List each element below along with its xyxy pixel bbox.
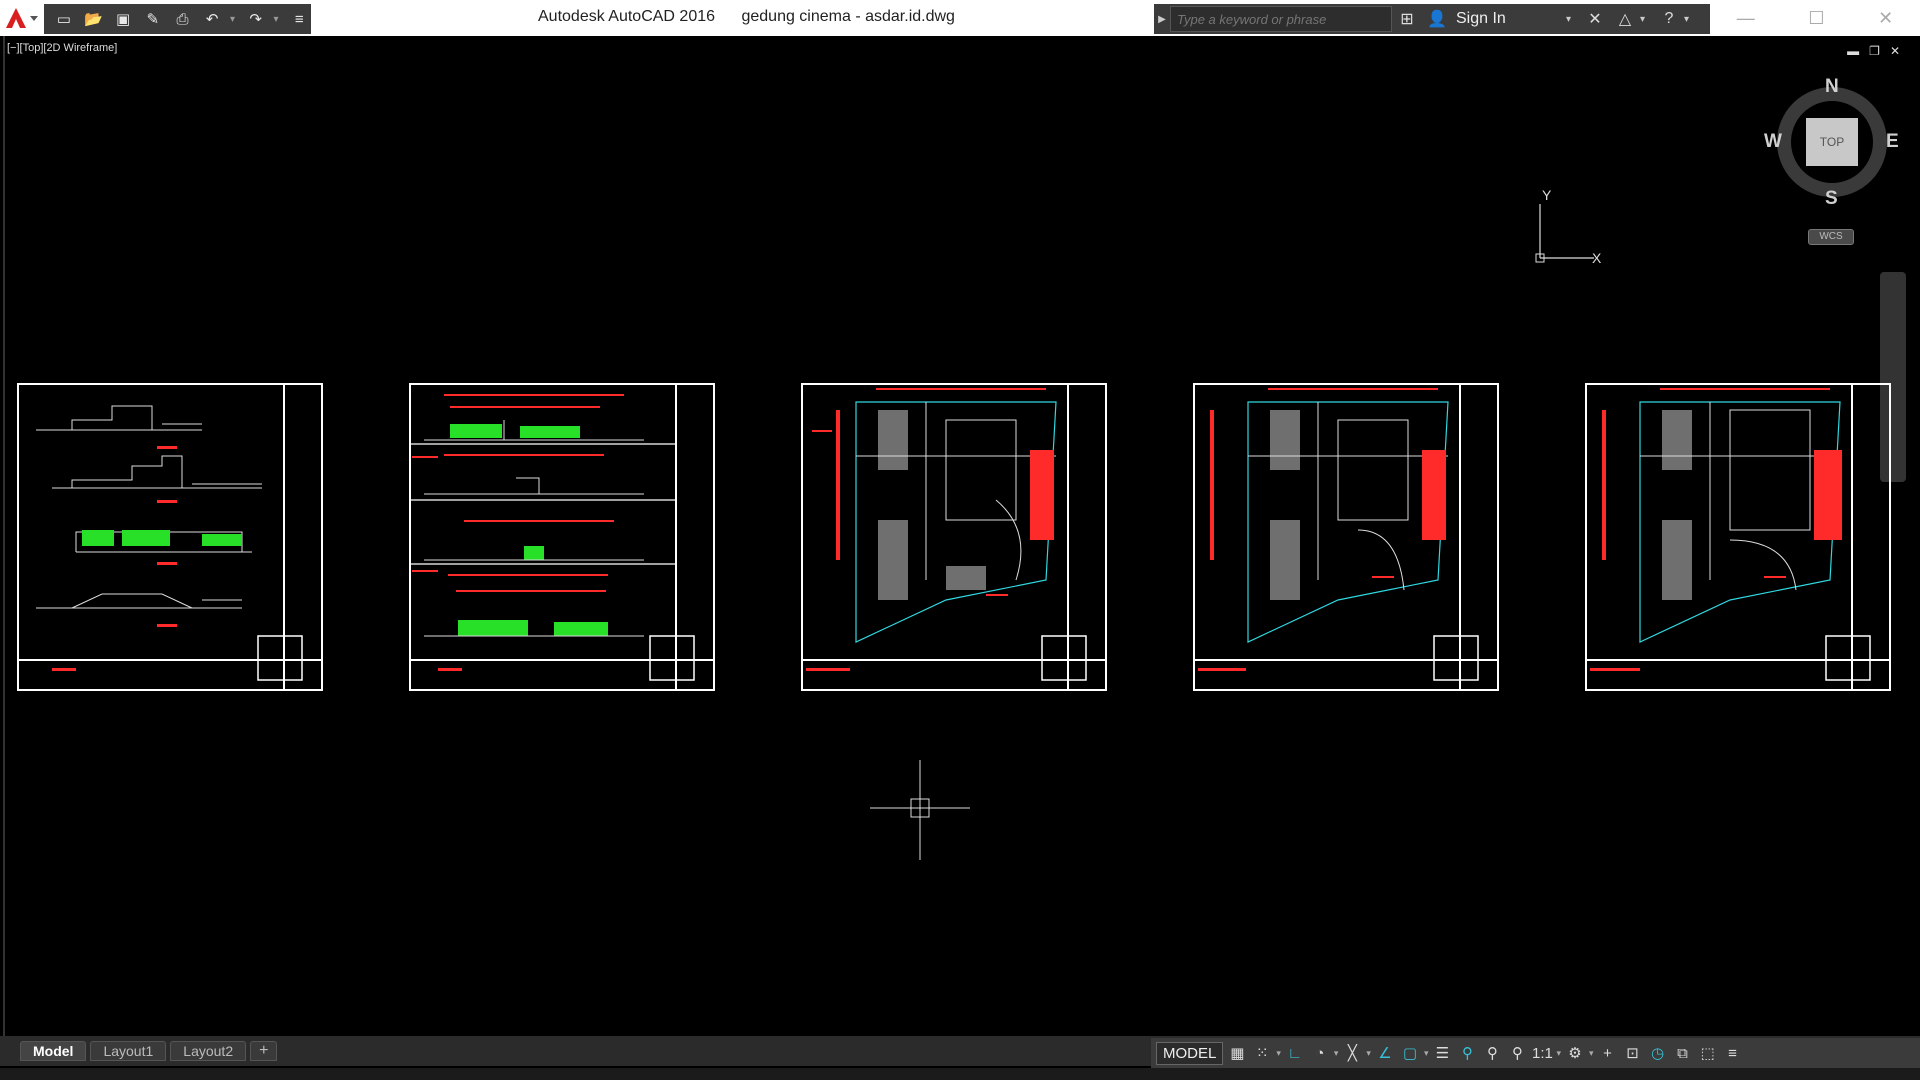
window-title: Autodesk AutoCAD 2016 gedung cinema - as… (538, 8, 955, 26)
ortho-icon[interactable]: ∟ (1284, 1045, 1306, 1062)
undo-icon[interactable]: ↶ (200, 8, 224, 30)
drawing-sheet-site-plan-2[interactable] (1188, 380, 1504, 694)
snap-icon[interactable]: ⁙ (1251, 1044, 1273, 1062)
app-name: Autodesk AutoCAD 2016 (538, 8, 716, 25)
units-icon[interactable]: ⊡ (1622, 1044, 1644, 1062)
otrack-icon[interactable]: ∠ (1374, 1044, 1396, 1062)
annotation-monitor-icon[interactable]: + (1597, 1045, 1619, 1062)
isodraft-dropdown-icon[interactable]: ▾ (1366, 1048, 1371, 1059)
annotation-scale-icon[interactable]: ⚲ (1506, 1044, 1528, 1062)
sign-in-dropdown-icon[interactable]: ▾ (1566, 14, 1580, 25)
lineweight-icon[interactable]: ☰ (1431, 1044, 1453, 1062)
search-input[interactable] (1170, 6, 1392, 32)
ucs-x-label: X (1592, 250, 1602, 266)
customize-icon[interactable]: ≡ (1722, 1045, 1744, 1062)
grid-icon[interactable]: ▦ (1226, 1044, 1248, 1062)
workspace-icon[interactable]: ⚙ (1564, 1044, 1586, 1062)
isolate-objects-icon[interactable]: ⧉ (1672, 1045, 1694, 1062)
title-bar: ▭ 📂 ▣ ✎ ⎙ ↶ ▾ ↷ ▾ ≡ Autodesk AutoCAD 201… (0, 0, 1920, 36)
sign-in-button[interactable]: Sign In (1456, 10, 1566, 28)
infocenter: ▶ ⊞ 👤 Sign In ▾ ✕ △ ▾ ? ▾ (1154, 4, 1710, 34)
binoculars-icon[interactable]: ⊞ (1392, 9, 1422, 29)
new-icon[interactable]: ▭ (52, 8, 76, 30)
save-icon[interactable]: ▣ (111, 8, 135, 30)
scale-value[interactable]: 1:1 (1531, 1045, 1553, 1062)
ucs-icon: Y X (1535, 187, 1602, 266)
compass-east[interactable]: E (1886, 131, 1899, 153)
drawing-sheet-site-plan-3[interactable] (1580, 380, 1896, 694)
minimize-icon[interactable]: — (1737, 8, 1755, 29)
compass-west[interactable]: W (1764, 131, 1782, 153)
save-as-icon[interactable]: ✎ (141, 8, 165, 30)
undo-dropdown-icon[interactable]: ▾ (230, 14, 238, 25)
add-layout-button[interactable]: + (250, 1041, 278, 1061)
customize-qat-icon[interactable]: ≡ (287, 8, 311, 30)
quick-access-toolbar: ▭ 📂 ▣ ✎ ⎙ ↶ ▾ ↷ ▾ ≡ (44, 4, 311, 34)
ucs-y-label: Y (1542, 187, 1552, 203)
expand-search-icon[interactable]: ▶ (1154, 14, 1170, 25)
viewport-close-icon[interactable]: ✕ (1890, 44, 1900, 58)
snap-dropdown-icon[interactable]: ▾ (1276, 1048, 1281, 1059)
help-icon[interactable]: ? (1654, 10, 1684, 28)
stay-connected-icon[interactable]: △ (1610, 9, 1640, 29)
window-controls: — ☐ ✕ (1710, 4, 1920, 32)
open-icon[interactable]: 📂 (82, 8, 106, 30)
crosshair-cursor-icon (870, 760, 970, 860)
command-line-strip[interactable] (0, 1068, 1920, 1080)
isodraft-icon[interactable]: ╳ (1341, 1044, 1363, 1062)
compass-north[interactable]: N (1825, 76, 1839, 98)
redo-dropdown-icon[interactable]: ▾ (273, 14, 281, 25)
autocad-logo-icon (6, 8, 38, 28)
viewport-controls: ▬ ❐ ✕ (1847, 44, 1900, 58)
annotation-visibility-icon[interactable]: ⚲ (1456, 1044, 1478, 1062)
tab-layout1[interactable]: Layout1 (90, 1041, 167, 1061)
quick-properties-icon[interactable]: ◷ (1647, 1044, 1669, 1062)
workspace-dropdown-icon[interactable]: ▾ (1589, 1048, 1594, 1059)
osnap-dropdown-icon[interactable]: ▾ (1424, 1048, 1429, 1059)
maximize-icon[interactable]: ☐ (1808, 8, 1824, 29)
osnap-icon[interactable]: ▢ (1399, 1044, 1421, 1062)
viewport-restore-icon[interactable]: ❐ (1869, 44, 1880, 58)
exchange-apps-icon[interactable]: ✕ (1580, 9, 1610, 29)
drawing-sheet-site-plan-1[interactable] (796, 380, 1112, 694)
tab-model[interactable]: Model (20, 1041, 87, 1061)
wcs-menu[interactable]: WCS (1808, 229, 1854, 245)
viewcube[interactable]: TOP N S E W (1764, 76, 1899, 209)
model-space-button[interactable]: MODEL (1156, 1041, 1224, 1065)
close-icon[interactable]: ✕ (1878, 8, 1893, 29)
application-menu-button[interactable] (0, 0, 44, 36)
user-icon: 👤 (1427, 11, 1447, 28)
viewport-label[interactable]: [−][Top][2D Wireframe] (7, 42, 117, 54)
redo-icon[interactable]: ↷ (244, 8, 268, 30)
help-dropdown-icon[interactable]: ▾ (1684, 14, 1698, 25)
plot-icon[interactable]: ⎙ (171, 8, 195, 30)
drawing-sheet-elevations[interactable] (404, 380, 720, 694)
polar-icon[interactable]: ◔ (1309, 1045, 1331, 1062)
viewcube-top-face[interactable]: TOP (1806, 118, 1858, 166)
status-bar: MODEL ▦ ⁙ ▾ ∟ ◔ ▾ ╳ ▾ ∠ ▢ ▾ ☰ ⚲ ⚲ ⚲ 1:1 … (1151, 1038, 1920, 1068)
tab-layout2[interactable]: Layout2 (170, 1041, 247, 1061)
viewport-minimize-icon[interactable]: ▬ (1847, 44, 1859, 58)
file-name: gedung cinema - asdar.id.dwg (741, 8, 955, 25)
connected-dropdown-icon[interactable]: ▾ (1640, 14, 1654, 25)
compass-south[interactable]: S (1825, 188, 1838, 210)
clean-screen-icon[interactable]: ⬚ (1697, 1044, 1719, 1062)
scale-dropdown-icon[interactable]: ▾ (1556, 1048, 1561, 1059)
drawing-sheet-sections[interactable] (12, 380, 328, 694)
polar-dropdown-icon[interactable]: ▾ (1334, 1048, 1339, 1059)
auto-scale-icon[interactable]: ⚲ (1481, 1044, 1503, 1062)
